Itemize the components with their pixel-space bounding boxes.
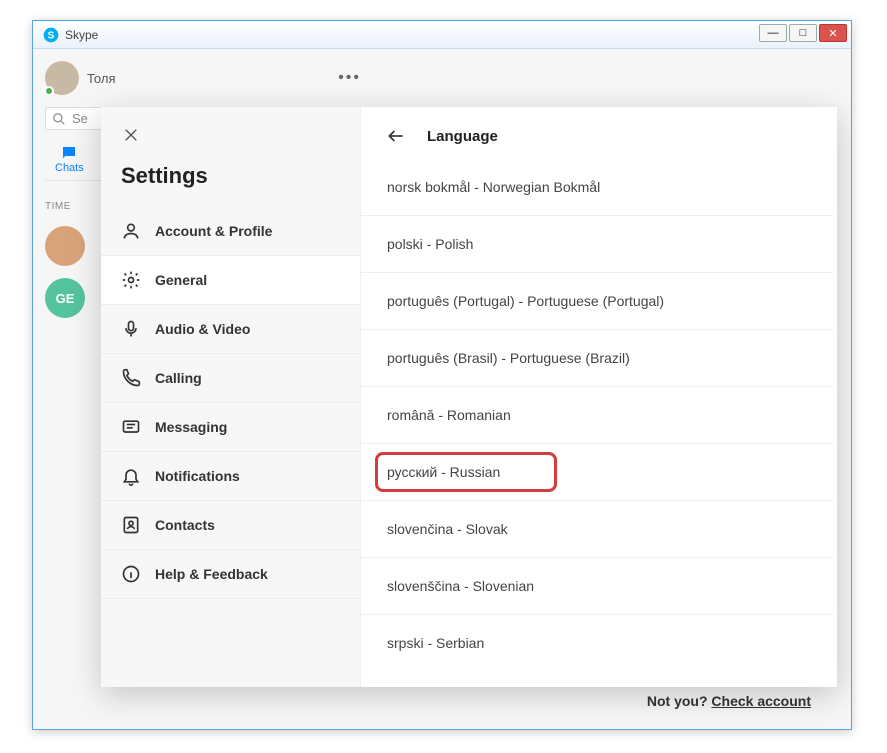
skype-logo-icon: S [43, 27, 59, 43]
notifications-icon [121, 466, 141, 486]
window-frame: S Skype — □ ✕ Толя ••• Se Chats [32, 20, 852, 730]
more-icon[interactable]: ••• [338, 69, 361, 87]
nav-label: Notifications [155, 468, 240, 484]
language-header: Language [361, 121, 833, 159]
language-option[interactable]: română - Romanian [361, 387, 833, 444]
titlebar: S Skype — □ ✕ [33, 21, 851, 49]
avatar[interactable] [45, 61, 79, 95]
audio-icon [121, 319, 141, 339]
language-option[interactable]: slovenščina - Slovenian [361, 558, 833, 615]
nav-item-general[interactable]: General [101, 256, 360, 305]
svg-text:S: S [48, 30, 55, 41]
nav-label: Contacts [155, 517, 215, 533]
language-option[interactable]: slovenčina - Slovak [361, 501, 833, 558]
nav-item-audio[interactable]: Audio & Video [101, 305, 360, 354]
language-option[interactable]: norsk bokmål - Norwegian Bokmål [361, 159, 833, 216]
minimize-button[interactable]: — [759, 24, 787, 42]
account-icon [121, 221, 141, 241]
settings-title: Settings [101, 151, 360, 207]
settings-sidebar: Settings Account & Profile General Audio &… [101, 107, 361, 687]
settings-nav: Account & Profile General Audio & Video Cal… [101, 207, 360, 599]
help-icon [121, 564, 141, 584]
footer-notyou: Not you? Check account [647, 693, 811, 709]
messaging-icon [121, 417, 141, 437]
nav-item-contacts[interactable]: Contacts [101, 501, 360, 550]
contacts-icon [121, 515, 141, 535]
general-icon [121, 270, 141, 290]
settings-close-button[interactable] [115, 119, 147, 151]
nav-item-messaging[interactable]: Messaging [101, 403, 360, 452]
chat-icon [60, 144, 78, 162]
close-button[interactable]: ✕ [819, 24, 847, 42]
calling-icon [121, 368, 141, 388]
language-option[interactable]: polski - Polish [361, 216, 833, 273]
contact-avatar [45, 226, 85, 266]
close-icon [123, 127, 139, 143]
contact-avatar-initials: GE [45, 278, 85, 318]
language-option[interactable]: português (Brasil) - Portuguese (Brazil) [361, 330, 833, 387]
nav-item-account[interactable]: Account & Profile [101, 207, 360, 256]
language-option[interactable]: srpski - Serbian [361, 615, 833, 671]
back-button[interactable] [385, 125, 407, 147]
settings-main: Language norsk bokmål - Norwegian Bokmål… [361, 107, 837, 687]
profile-row[interactable]: Толя ••• [45, 61, 361, 95]
nav-label: Messaging [155, 419, 227, 435]
nav-label: Account & Profile [155, 223, 272, 239]
arrow-left-icon [386, 126, 406, 146]
window-title: Skype [65, 28, 98, 42]
nav-item-calling[interactable]: Calling [101, 354, 360, 403]
highlight-box [375, 452, 557, 492]
check-account-link[interactable]: Check account [711, 693, 811, 709]
app-body: Толя ••• Se Chats TIME GE Not you? Check… [33, 49, 851, 729]
presence-dot-icon [44, 86, 54, 96]
nav-item-notifications[interactable]: Notifications [101, 452, 360, 501]
language-title: Language [427, 128, 498, 145]
settings-panel: Settings Account & Profile General Audio &… [101, 107, 837, 687]
search-placeholder: Se [72, 111, 88, 126]
language-list: norsk bokmål - Norwegian Bokmålpolski - … [361, 159, 833, 687]
search-icon [52, 112, 66, 126]
tab-chats[interactable]: Chats [55, 144, 84, 174]
language-option[interactable]: português (Portugal) - Portuguese (Portu… [361, 273, 833, 330]
nav-item-help[interactable]: Help & Feedback [101, 550, 360, 599]
nav-label: Calling [155, 370, 202, 386]
nav-label: Audio & Video [155, 321, 250, 337]
profile-name: Толя [87, 71, 116, 86]
nav-label: Help & Feedback [155, 566, 268, 582]
language-option[interactable]: русский - Russian [361, 444, 833, 501]
maximize-button[interactable]: □ [789, 24, 817, 42]
nav-label: General [155, 272, 207, 288]
